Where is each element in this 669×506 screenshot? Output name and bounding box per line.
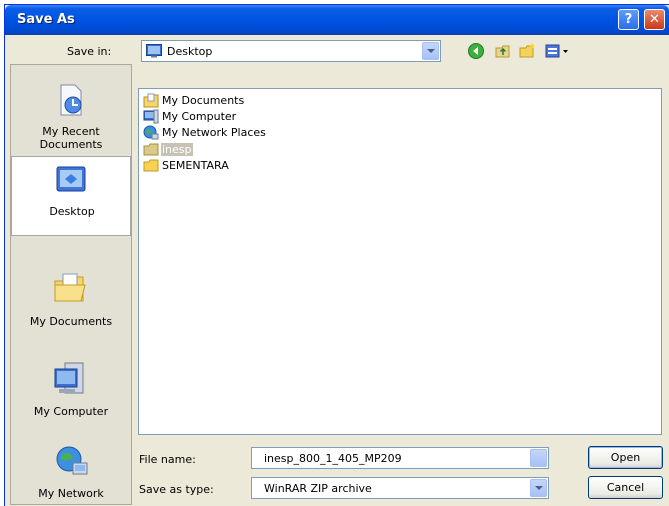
folder-icon	[143, 159, 159, 172]
save-in-value: Desktop	[167, 45, 213, 58]
close-button[interactable]: ✕	[644, 9, 665, 30]
new-folder-icon[interactable]	[518, 42, 536, 60]
back-icon[interactable]	[467, 42, 485, 60]
save-as-type-label: Save as type:	[139, 483, 214, 496]
file-name: inesp	[161, 143, 193, 156]
file-name: My Network Places	[162, 126, 266, 139]
file-name-value: inesp_800_1_405_MP209	[264, 452, 402, 465]
desktop-icon	[56, 166, 86, 192]
chevron-down-icon[interactable]	[530, 449, 547, 467]
folder-icon	[143, 143, 159, 156]
chevron-down-icon[interactable]	[422, 42, 439, 60]
save-as-dialog: Save As ? ✕ Save in: Desktop My Recent D…	[4, 4, 669, 506]
place-label: My Network	[38, 487, 104, 500]
file-list[interactable]: My Documents My Computer My Network Plac…	[138, 88, 662, 435]
recent-documents-icon	[60, 84, 82, 116]
place-label: Desktop	[49, 205, 95, 218]
my-computer-icon	[143, 109, 159, 124]
save-as-type-value: WinRAR ZIP archive	[264, 482, 372, 495]
chevron-down-icon[interactable]	[530, 479, 547, 497]
place-my-computer[interactable]: My Computer	[11, 355, 131, 427]
file-name-label: File name:	[139, 453, 196, 466]
places-bar: My Recent Documents Desktop My Documents	[10, 64, 132, 505]
save-in-label: Save in:	[67, 45, 112, 58]
file-name-field[interactable]: inesp_800_1_405_MP209	[251, 447, 549, 469]
place-my-documents[interactable]: My Documents	[11, 263, 131, 343]
my-computer-icon	[54, 362, 84, 394]
views-menu-icon[interactable]	[545, 42, 571, 60]
open-button[interactable]: Open	[588, 446, 663, 469]
window-title: Save As	[17, 12, 75, 27]
save-as-type-dropdown[interactable]: WinRAR ZIP archive	[251, 477, 549, 499]
my-documents-icon	[54, 273, 86, 302]
network-places-icon	[56, 446, 88, 475]
up-folder-icon[interactable]	[494, 42, 512, 60]
place-label: My Recent Documents	[39, 125, 103, 151]
save-in-dropdown[interactable]: Desktop	[141, 40, 441, 62]
file-name: SEMENTARA	[162, 159, 229, 172]
place-label: My Documents	[29, 315, 113, 328]
network-places-icon	[143, 125, 159, 140]
desktop-icon	[146, 44, 162, 58]
place-my-network[interactable]: My Network	[11, 437, 131, 503]
file-name: My Computer	[162, 110, 237, 123]
title-bar[interactable]: Save As ? ✕	[5, 5, 669, 35]
place-label: My Computer	[33, 405, 109, 418]
place-desktop[interactable]: Desktop	[11, 156, 131, 236]
file-name: My Documents	[162, 94, 245, 107]
cancel-button[interactable]: Cancel	[588, 476, 663, 499]
my-documents-icon	[143, 93, 159, 108]
help-button[interactable]: ?	[618, 9, 639, 30]
place-my-recent-documents[interactable]: My Recent Documents	[11, 77, 131, 157]
